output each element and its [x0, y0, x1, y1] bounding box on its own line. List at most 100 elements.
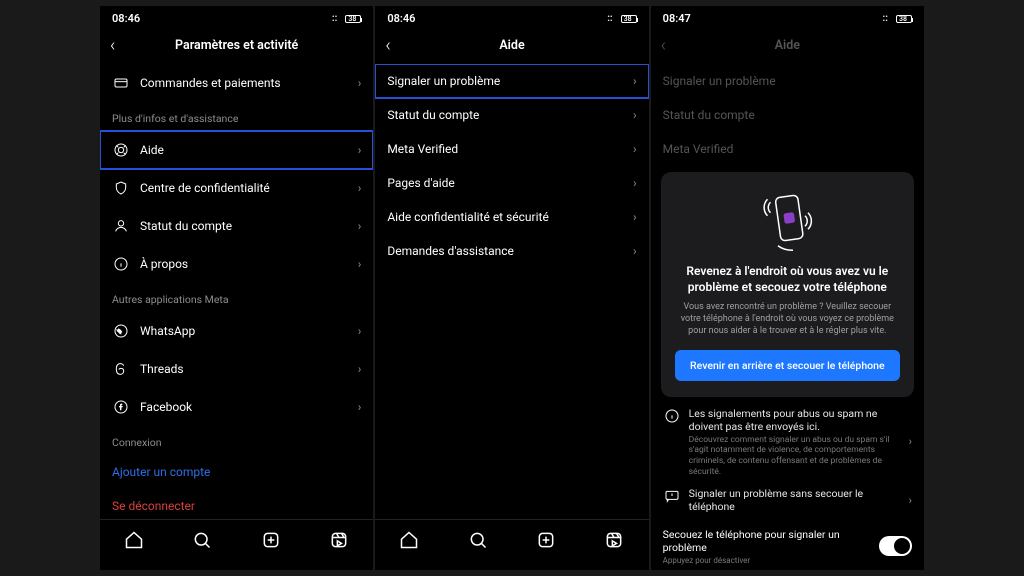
- tabbar: [375, 519, 648, 570]
- row-label: Commandes et paiements: [140, 76, 281, 90]
- row-label: Statut du compte: [140, 219, 232, 233]
- page-title: Aide: [651, 38, 924, 53]
- section-meta-apps: Autres applications Meta: [100, 283, 373, 312]
- tab-reels[interactable]: [604, 530, 624, 554]
- row-label: Aide: [140, 143, 164, 157]
- row-account-status[interactable]: Statut du compte ›: [100, 207, 373, 245]
- clock: 08:46: [387, 12, 415, 25]
- chevron-right-icon: ›: [633, 142, 637, 156]
- shield-icon: [112, 179, 130, 197]
- header: ‹ Aide: [651, 27, 924, 64]
- content: Signaler un problème › Statut du compte …: [375, 64, 648, 519]
- info-abuse-spam[interactable]: Les signalements pour abus ou spam ne do…: [663, 407, 912, 478]
- row-meta-verified[interactable]: Meta Verified ›: [375, 132, 648, 166]
- signal-icon: ::: [607, 13, 612, 24]
- chevron-right-icon: ›: [358, 76, 362, 90]
- section-connection: Connexion: [100, 426, 373, 455]
- row-label: Aide confidentialité et sécurité: [387, 210, 548, 224]
- row-label: Threads: [140, 362, 184, 376]
- row-account-status: Statut du compte: [651, 98, 924, 132]
- person-icon: [112, 217, 130, 235]
- toggle-subtitle: Appuyez pour désactiver: [663, 556, 879, 565]
- screen-report-problem: 08:47 :: 38 ‹ Aide Signaler un problème …: [651, 6, 924, 570]
- chevron-right-icon: ›: [633, 74, 637, 88]
- shake-phone-icon: [757, 186, 817, 256]
- tab-create[interactable]: [536, 530, 556, 554]
- row-label: À propos: [140, 257, 188, 271]
- info-title: Signaler un problème sans secouer le tél…: [689, 487, 901, 513]
- row-support-requests[interactable]: Demandes d'assistance ›: [375, 234, 648, 268]
- status-bar: 08:46 :: 38: [375, 6, 648, 27]
- row-meta-verified: Meta Verified: [651, 132, 924, 166]
- section-more-info: Plus d'infos et d'assistance: [100, 102, 373, 131]
- row-account-status[interactable]: Statut du compte ›: [375, 98, 648, 132]
- row-privacy-center[interactable]: Centre de confidentialité ›: [100, 169, 373, 207]
- row-about[interactable]: À propos ›: [100, 245, 373, 283]
- shake-toggle[interactable]: [879, 536, 912, 556]
- lifebuoy-icon: [112, 141, 130, 159]
- chevron-right-icon: ›: [909, 435, 912, 448]
- row-help-pages[interactable]: Pages d'aide ›: [375, 166, 648, 200]
- row-label: Ajouter un compte: [112, 465, 210, 479]
- row-label: Se déconnecter: [112, 499, 195, 513]
- tab-home[interactable]: [124, 530, 144, 554]
- tab-home[interactable]: [399, 530, 419, 554]
- tab-reels[interactable]: [329, 530, 349, 554]
- row-label: WhatsApp: [140, 324, 195, 338]
- row-threads[interactable]: Threads ›: [100, 350, 373, 388]
- battery-icon: 38: [621, 15, 637, 23]
- content: Signaler un problème Statut du compte Me…: [651, 64, 924, 570]
- card-subtitle: Vous avez rencontré un problème ? Veuill…: [675, 301, 900, 337]
- row-help[interactable]: Aide ›: [100, 131, 373, 169]
- row-facebook[interactable]: Facebook ›: [100, 388, 373, 426]
- tab-create[interactable]: [261, 530, 281, 554]
- row-logout[interactable]: Se déconnecter: [100, 489, 373, 519]
- status-right: :: 38: [883, 13, 912, 24]
- row-add-account[interactable]: Ajouter un compte: [100, 455, 373, 489]
- status-bar: 08:47 :: 38: [651, 6, 924, 27]
- row-whatsapp[interactable]: WhatsApp ›: [100, 312, 373, 350]
- card-title: Revenez à l'endroit où vous avez vu le p…: [675, 264, 900, 295]
- tab-search[interactable]: [192, 530, 212, 554]
- clock: 08:46: [112, 12, 140, 25]
- chevron-right-icon: ›: [909, 494, 912, 507]
- chevron-right-icon: ›: [633, 244, 637, 258]
- chevron-right-icon: ›: [358, 181, 362, 195]
- status-right: :: 38: [332, 13, 361, 24]
- content: Commandes et paiements › Plus d'infos et…: [100, 64, 373, 519]
- tabbar: [100, 519, 373, 570]
- header: ‹ Aide: [375, 27, 648, 64]
- tab-search[interactable]: [468, 530, 488, 554]
- header: ‹ Paramètres et activité: [100, 27, 373, 64]
- screen-settings: 08:46 :: 38 ‹ Paramètres et activité Com…: [100, 6, 373, 570]
- info-subtitle: Découvrez comment signaler un abus ou du…: [689, 435, 901, 478]
- clock: 08:47: [663, 12, 691, 25]
- toggle-title: Secouez le téléphone pour signaler un pr…: [663, 528, 879, 554]
- row-label: Meta Verified: [663, 142, 734, 156]
- row-report-problem: Signaler un problème: [651, 64, 924, 98]
- card-icon: [112, 74, 130, 92]
- page-title: Aide: [375, 38, 648, 53]
- status-right: :: 38: [607, 13, 636, 24]
- status-bar: 08:46 :: 38: [100, 6, 373, 27]
- shake-card: Revenez à l'endroit où vous avez vu le p…: [661, 172, 914, 397]
- row-label: Statut du compte: [663, 108, 755, 122]
- shake-cta-button[interactable]: Revenir en arrière et secouer le télépho…: [675, 350, 900, 381]
- row-commands-payments[interactable]: Commandes et paiements ›: [100, 64, 373, 102]
- screen-help: 08:46 :: 38 ‹ Aide Signaler un problème …: [375, 6, 648, 570]
- row-privacy-security-help[interactable]: Aide confidentialité et sécurité ›: [375, 200, 648, 234]
- chevron-right-icon: ›: [633, 210, 637, 224]
- chevron-right-icon: ›: [358, 400, 362, 414]
- row-label: Demandes d'assistance: [387, 244, 514, 258]
- signal-icon: ::: [332, 13, 337, 24]
- info-report-without-shake[interactable]: Signaler un problème sans secouer le tél…: [663, 487, 912, 513]
- shake-toggle-row: Secouez le téléphone pour signaler un pr…: [663, 528, 912, 565]
- info-icon: [663, 407, 681, 425]
- row-label: Statut du compte: [387, 108, 479, 122]
- row-report-problem[interactable]: Signaler un problème ›: [375, 64, 648, 98]
- row-label: Signaler un problème: [663, 74, 776, 88]
- row-label: Meta Verified: [387, 142, 458, 156]
- row-label: Pages d'aide: [387, 176, 454, 190]
- row-label: Signaler un problème: [387, 74, 500, 88]
- page-title: Paramètres et activité: [100, 38, 373, 53]
